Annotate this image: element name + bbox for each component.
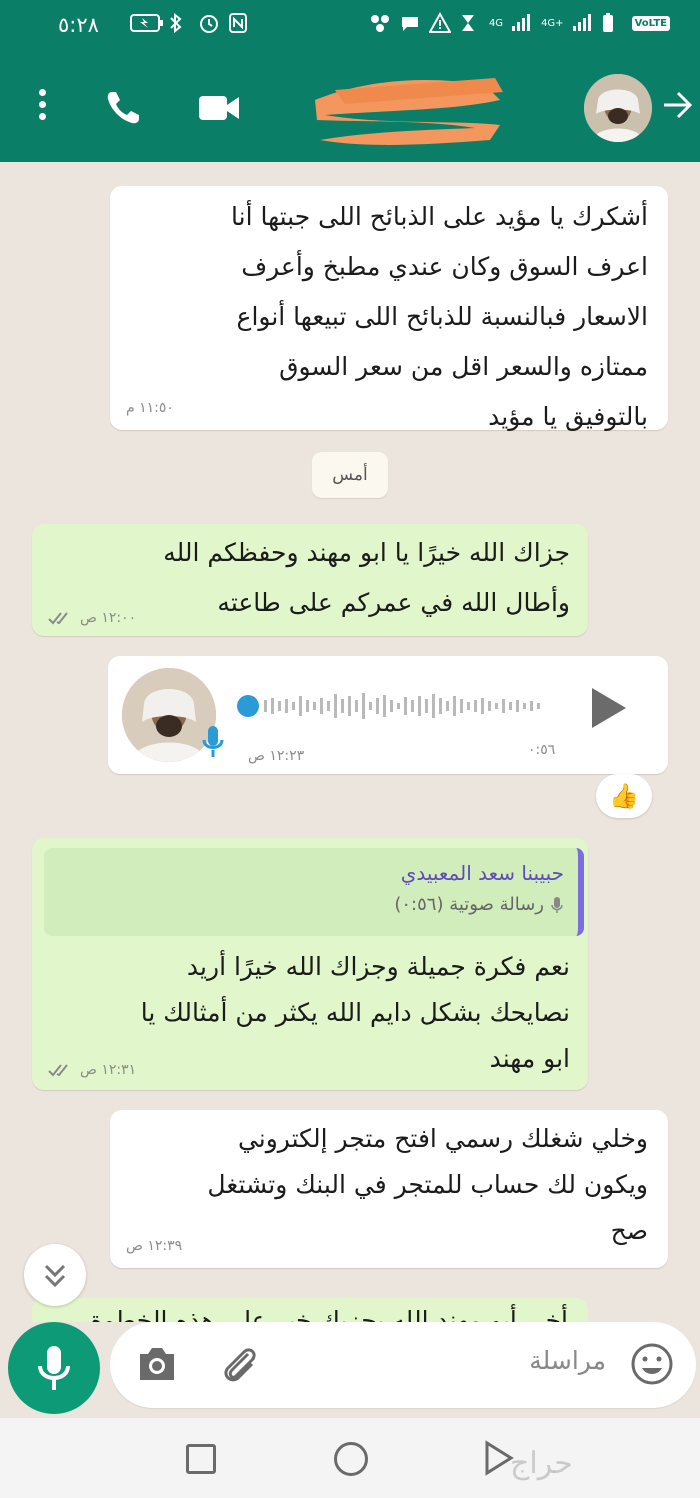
chat-header [0,52,700,162]
attachment-icon[interactable] [218,1342,264,1388]
message-meta: ١٢:٣٩ ص [126,1238,182,1254]
partial-message[interactable]: أخي أبو مهند الله يجزيك خير على هذه الخط… [32,1298,588,1322]
message-bubble-incoming[interactable]: وخلي شغلك رسمي افتح متجر إلكتروني ويكون … [110,1110,668,1268]
alarm-icon [198,12,220,34]
message-input[interactable]: مراسلة [110,1322,696,1408]
message-line: ويكون لك حساب للمتجر في البنك وتشتغل [207,1170,648,1199]
contact-name-redacted[interactable] [305,70,510,152]
nfc-icon [228,12,250,34]
signal-2-icon [572,12,594,34]
contact-avatar[interactable] [584,74,652,142]
data-sync-icon [459,12,481,34]
video-call-icon[interactable] [197,92,243,124]
mic-icon [38,1346,70,1390]
message-line: أشكرك يا مؤيد على الذبائح اللى جبتها أنا [231,202,648,231]
double-chevron-down-icon [44,1264,66,1288]
battery-icon [602,12,624,34]
network-type-2: 4G+ [541,17,564,29]
volte-badge: VoLTE [631,15,670,31]
camera-icon[interactable] [136,1344,178,1384]
voice-mic-icon [200,724,226,760]
message-time: ١١:٥٠ م [126,400,174,416]
chat-area[interactable]: أشكرك يا مؤيد على الذبائح اللى جبتها أنا… [0,162,700,1322]
message-line: نعم فكرة جميلة وجزاك الله خيرًا أريد [186,952,570,981]
quoted-message[interactable]: حبيبنا سعد المعبيدي رسالة صوتية (٠:٥٦) [44,848,584,936]
voice-message-bubble[interactable]: ٠:٥٦ ١٢:٢٣ ص [108,656,668,774]
play-icon[interactable] [588,686,628,730]
bluetooth-icon [168,12,190,34]
network-type-1: 4G [488,17,504,29]
battery-saver-icon [130,12,163,34]
message-bubble-outgoing[interactable]: جزاك الله خيرًا يا ابو مهند وحفظكم الله … [32,524,588,636]
message-line: بالتوفيق يا مؤيد [488,402,648,431]
status-left-icons [100,12,250,34]
watermark: حراج [510,1446,573,1481]
voice-record-button[interactable] [8,1322,100,1414]
system-nav-bar: حراج [0,1418,700,1498]
double-check-icon [48,1064,68,1077]
message-line: جزاك الله خيرًا يا ابو مهند وحفظكم الله [163,538,570,567]
warning-icon [428,11,452,34]
signal-1-icon [511,12,533,34]
message-time: ١٢:٢٣ ص [248,748,305,764]
message-meta: ١٢:٠٠ ص [48,610,136,626]
thumbs-up-reaction[interactable]: 👍 [596,774,652,818]
message-placeholder: مراسلة [529,1346,606,1375]
message-bubble-incoming[interactable]: أشكرك يا مؤيد على الذبائح اللى جبتها أنا… [110,186,668,431]
menu-dots-icon[interactable] [28,86,56,126]
message-time: ١٢:٣١ ص [80,1062,137,1078]
message-line: صح [610,1216,648,1245]
message-meta: ١١:٥٠ م [126,400,174,416]
message-line: وخلي شغلك رسمي افتح متجر إلكتروني [237,1124,648,1153]
message-time: ١٢:٣٩ ص [126,1238,183,1254]
voice-duration: ٠:٥٦ [528,742,556,758]
phone-call-icon[interactable] [103,88,143,128]
compose-bar: مراسلة [0,1322,700,1418]
date-separator: أمس [312,452,388,498]
quoted-sender-name: حبيبنا سعد المعبيدي [400,861,564,885]
message-line: اعرف السوق وكان عندي مطبخ وأعرف [241,252,648,281]
status-time: ٥:٢٨ [58,13,99,37]
status-bar: ٥:٢٨ 4G 4G+ VoLTE [0,0,700,52]
message-bubble-outgoing[interactable]: حبيبنا سعد المعبيدي رسالة صوتية (٠:٥٦) ن… [32,838,588,1090]
scroll-to-bottom-button[interactable] [24,1244,86,1306]
message-time: ١٢:٠٠ ص [80,610,137,626]
status-right-icons: 4G 4G+ VoLTE [369,11,670,34]
message-meta: ١٢:٢٣ ص [248,748,304,764]
message-line: الاسعار فبالنسبة للذبائح اللى تبيعها أنو… [236,302,648,331]
emoji-icon[interactable] [630,1342,674,1386]
double-check-icon [48,612,68,625]
recents-button[interactable] [186,1444,216,1474]
quoted-text: رسالة صوتية (٠:٥٦) [58,890,564,920]
home-button[interactable] [334,1442,368,1476]
chat-notification-icon [399,12,421,34]
message-meta: ١٢:٣١ ص [48,1062,136,1078]
pinwheel-icon [369,12,391,34]
voice-waveform[interactable] [234,690,554,722]
quoted-text-label: رسالة صوتية (٠:٥٦) [394,894,544,915]
mic-icon [551,897,563,913]
message-line: نصايحك بشكل دايم الله يكثر من أمثالك يا [140,998,570,1027]
message-line: ممتازه والسعر اقل من سعر السوق [279,352,648,381]
back-arrow-icon[interactable] [660,88,694,122]
